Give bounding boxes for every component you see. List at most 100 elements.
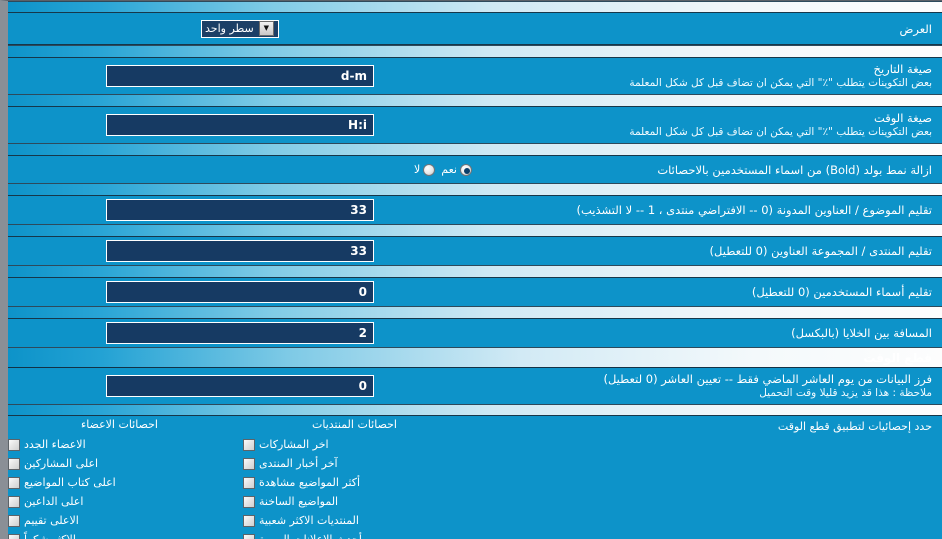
member-statistics-column: احصائات الاعضاء الاعضاء الجدد اعلى المشا… <box>8 418 237 539</box>
remove-bold-control-cell: نعم لا <box>8 163 472 176</box>
checkbox-latest-posts[interactable]: اخر المشاركات <box>243 435 466 454</box>
separator-5 <box>8 224 942 237</box>
username-trim-label-cell: تقليم أسماء المستخدمين (0 للتعطيل) <box>472 285 942 299</box>
forum-title-trim-label: تقليم المنتدى / المجموعة العناوين (0 للت… <box>709 244 932 258</box>
time-cutoff-row: فرز البيانات من يوم العاشر الماضي فقط --… <box>8 368 942 404</box>
thread-title-trim-label: تقليم الموضوع / العناوين المدونة (0 -- ا… <box>576 203 932 217</box>
forum-title-trim-control-cell <box>8 240 472 262</box>
checkbox-top-thread-starters[interactable]: اعلى كتاب المواضيع <box>8 473 231 492</box>
time-format-control-cell <box>8 114 472 136</box>
date-format-label-cell: صيغة التاريخ بعض التكوينات يتطلب "٪" الت… <box>472 62 942 90</box>
member-statistics-header: احصائات الاعضاء <box>81 418 158 431</box>
display-mode-select[interactable]: سطر واحد ▼ <box>201 19 279 38</box>
checkbox-label: الاكثر شكراً <box>24 533 76 539</box>
checkbox-label: أحدث الإعلانات المبوبة <box>259 533 362 539</box>
checkbox-top-posters[interactable]: اعلى المشاركين <box>8 454 231 473</box>
cell-spacing-label-cell: المسافة بين الخلايا (بالبكسل) <box>472 326 942 340</box>
chevron-down-icon[interactable]: ▼ <box>258 21 274 36</box>
section-header-title: قطع الوقت <box>863 350 932 365</box>
checkbox-icon[interactable] <box>243 533 255 539</box>
checkbox-label: اعلى كتاب المواضيع <box>24 476 116 489</box>
checkbox-icon[interactable] <box>8 514 20 527</box>
checkbox-latest-classified-ads[interactable]: أحدث الإعلانات المبوبة <box>243 530 466 539</box>
date-format-row: صيغة التاريخ بعض التكوينات يتطلب "٪" الت… <box>8 58 942 94</box>
separator-3 <box>8 143 942 156</box>
display-label-cell: العرض <box>472 22 942 36</box>
radio-selected-icon[interactable] <box>460 163 472 176</box>
checkbox-label: اخر المشاركات <box>259 438 329 451</box>
separator-6 <box>8 265 942 278</box>
section-header-time-cutoff: قطع الوقت <box>8 347 942 368</box>
checkbox-most-viewed-topics[interactable]: أكثر المواضيع مشاهدة <box>243 473 466 492</box>
separator-top <box>8 1 942 13</box>
checkbox-icon[interactable] <box>243 457 255 470</box>
forum-title-trim-label-cell: تقليم المنتدى / المجموعة العناوين (0 للت… <box>472 244 942 258</box>
checkbox-most-popular-forums[interactable]: المنتديات الاكثر شعبية <box>243 511 466 530</box>
checkbox-top-referrers[interactable]: اعلى الداعين <box>8 492 231 511</box>
checkbox-highest-rated[interactable]: الاعلى تقييم <box>8 511 231 530</box>
time-cutoff-label: فرز البيانات من يوم العاشر الماضي فقط --… <box>603 372 932 386</box>
admin-settings-panel: العرض سطر واحد ▼ صيغة التاريخ بعض التكوي… <box>0 0 942 539</box>
checkbox-icon[interactable] <box>8 533 20 539</box>
thread-title-trim-control-cell <box>8 199 472 221</box>
remove-bold-radio-yes[interactable]: نعم <box>441 163 472 176</box>
checkbox-label: آخر أخبار المنتدى <box>259 457 338 470</box>
checkbox-icon[interactable] <box>8 457 20 470</box>
checkbox-most-thanked[interactable]: الاكثر شكراً <box>8 530 231 539</box>
checkbox-label: اعلى المشاركين <box>24 457 99 470</box>
time-format-label: صيغة الوقت <box>873 111 932 125</box>
checkbox-latest-forum-news[interactable]: آخر أخبار المنتدى <box>243 454 466 473</box>
time-format-label-cell: صيغة الوقت بعض التكوينات يتطلب "٪" التي … <box>472 111 942 139</box>
separator-1 <box>8 45 942 58</box>
checkbox-label: المنتديات الاكثر شعبية <box>259 514 359 527</box>
checkbox-hot-topics[interactable]: المواضيع الساخنة <box>243 492 466 511</box>
cell-spacing-row: المسافة بين الخلايا (بالبكسل) <box>8 319 942 347</box>
remove-bold-label: ازالة نمط بولد (Bold) من اسماء المستخدمي… <box>657 162 932 177</box>
date-format-hint: بعض التكوينات يتطلب "٪" التي يمكن ان تضا… <box>629 77 932 89</box>
thread-title-trim-label-cell: تقليم الموضوع / العناوين المدونة (0 -- ا… <box>472 203 942 217</box>
display-mode-selected-value: سطر واحد <box>205 21 254 35</box>
username-trim-control-cell <box>8 281 472 303</box>
date-format-input[interactable] <box>106 65 374 87</box>
checkbox-icon[interactable] <box>8 495 20 508</box>
time-cutoff-note: ملاحظة : هذا قد يزيد قليلا وقت التحميل <box>759 387 932 399</box>
remove-bold-radio-no[interactable]: لا <box>414 163 436 176</box>
checkbox-icon[interactable] <box>243 476 255 489</box>
checkbox-icon[interactable] <box>8 438 20 451</box>
display-control-cell: سطر واحد ▼ <box>8 19 472 38</box>
display-setting-row: العرض سطر واحد ▼ <box>8 13 942 45</box>
separator-4 <box>8 183 942 196</box>
separator-8 <box>8 404 942 416</box>
radio-unselected-icon[interactable] <box>423 163 436 176</box>
checkbox-new-members[interactable]: الاعضاء الجدد <box>8 435 231 454</box>
checkbox-icon[interactable] <box>243 495 255 508</box>
forum-title-trim-row: تقليم المنتدى / المجموعة العناوين (0 للت… <box>8 237 942 265</box>
username-trim-label: تقليم أسماء المستخدمين (0 للتعطيل) <box>751 285 932 299</box>
thread-title-trim-input[interactable] <box>106 199 374 221</box>
cell-spacing-control-cell <box>8 322 472 344</box>
cell-spacing-input[interactable] <box>106 322 374 344</box>
checkbox-label: الاعلى تقييم <box>24 514 79 527</box>
remove-bold-radio-yes-label: نعم <box>441 163 457 176</box>
checkbox-label: أكثر المواضيع مشاهدة <box>259 476 361 489</box>
username-trim-input[interactable] <box>106 281 374 303</box>
checkbox-label: المواضيع الساخنة <box>259 495 339 508</box>
date-format-control-cell <box>8 65 472 87</box>
display-label: العرض <box>899 21 933 36</box>
time-format-hint: بعض التكوينات يتطلب "٪" التي يمكن ان تضا… <box>629 126 932 138</box>
checkbox-icon[interactable] <box>243 514 255 527</box>
checkbox-icon[interactable] <box>243 438 255 451</box>
cutoff-statistics-panel: حدد إحصائيات لتطبيق قطع الوقت احصائات ال… <box>8 416 942 539</box>
remove-bold-radio-no-label: لا <box>414 163 421 176</box>
thread-title-trim-row: تقليم الموضوع / العناوين المدونة (0 -- ا… <box>8 196 942 224</box>
time-cutoff-input[interactable] <box>106 375 374 397</box>
remove-bold-row: ازالة نمط بولد (Bold) من اسماء المستخدمي… <box>8 156 942 183</box>
cell-spacing-label: المسافة بين الخلايا (بالبكسل) <box>791 326 932 340</box>
cutoff-statistics-label: حدد إحصائيات لتطبيق قطع الوقت <box>777 420 932 433</box>
forum-title-trim-input[interactable] <box>106 240 374 262</box>
checkbox-icon[interactable] <box>8 476 20 489</box>
remove-bold-radio-group: نعم لا <box>414 163 472 176</box>
time-format-row: صيغة الوقت بعض التكوينات يتطلب "٪" التي … <box>8 107 942 143</box>
time-format-input[interactable] <box>106 114 374 136</box>
forum-statistics-header: احصائات المنتديات <box>312 418 397 431</box>
